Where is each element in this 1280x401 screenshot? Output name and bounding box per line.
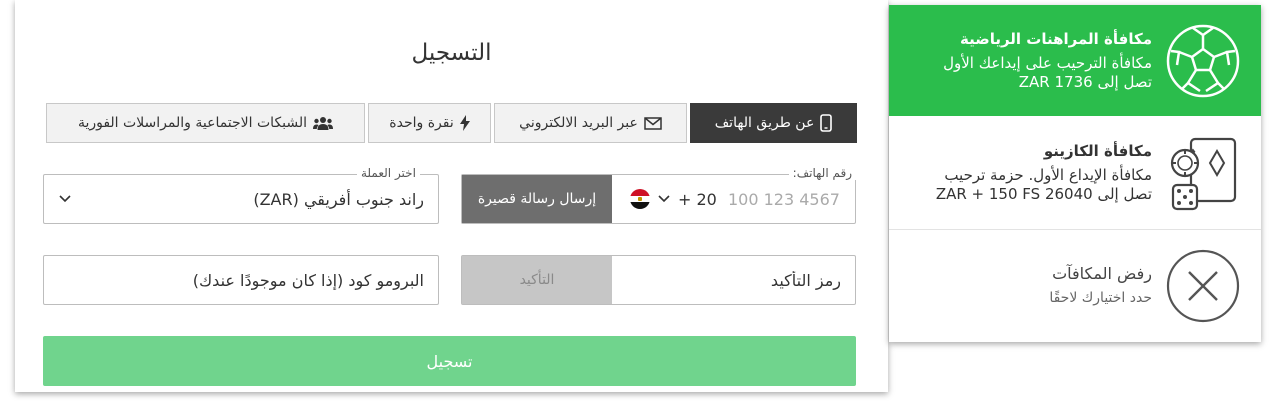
tab-phone[interactable]: عن طريق الهاتف (690, 103, 857, 143)
chevron-down-icon (658, 195, 670, 203)
promo-code-input[interactable] (64, 256, 424, 304)
country-code-selector[interactable]: + 20 (630, 175, 717, 223)
tab-email[interactable]: عبر البريد الالكتروني (494, 103, 687, 143)
bonus-option-sports[interactable]: مكافأة المراهنات الرياضية مكافأة الترحيب… (889, 5, 1261, 116)
casino-cards-icon: ♦ (1170, 137, 1237, 210)
country-code: + 20 (678, 189, 717, 209)
bonus-text: مكافأة المراهنات الرياضية مكافأة الترحيب… (943, 5, 1152, 116)
bonus-title: مكافأة المراهنات الرياضية (959, 29, 1152, 48)
bonus-panel: مكافأة المراهنات الرياضية مكافأة الترحيب… (889, 5, 1261, 342)
bonus-description: حدد اختيارك لاحقًا (1049, 290, 1152, 306)
phone-icon (820, 114, 833, 132)
confirmation-code-input[interactable] (621, 256, 841, 304)
envelope-icon (644, 116, 662, 130)
registration-method-tabs: عن طريق الهاتف عبر البريد الالكتروني نقر… (43, 103, 857, 143)
tab-label: عن طريق الهاتف (714, 115, 815, 131)
bonus-title: مكافأة الكازينو (1043, 141, 1152, 160)
bonus-option-casino[interactable]: ♦ مكافأة الكازينو مكافأة الإيداع الأول. … (889, 116, 1261, 230)
registration-panel: التسجيل عن طريق الهاتف عبر البريد الالكت… (15, 0, 888, 392)
close-circle-icon (1166, 249, 1240, 323)
tab-social[interactable]: الشبكات الاجتماعية والمراسلات الفورية (46, 103, 365, 143)
tab-label: نقرة واحدة (389, 115, 454, 131)
phone-label: رقم الهاتف: (788, 166, 856, 180)
bonus-text: مكافأة الكازينو مكافأة الإيداع الأول. حز… (936, 116, 1152, 229)
lightning-icon (459, 115, 470, 131)
bonus-description: تصل إلى 1736 ZAR (1018, 72, 1152, 91)
bonus-description: تصل إلى 26040 ZAR + 150 FS (935, 184, 1152, 203)
bonus-description: مكافأة الترحيب على إيداعك الأول (943, 53, 1152, 72)
send-sms-button[interactable]: إرسال رسالة قصيرة (462, 175, 612, 223)
currency-select[interactable]: راند جنوب أفريقي (ZAR) (43, 174, 439, 224)
users-icon (313, 116, 334, 130)
register-button[interactable]: تسجيل (43, 336, 856, 386)
phone-field: إرسال رسالة قصيرة + 20 (461, 174, 856, 224)
confirm-button[interactable]: التأكيد (462, 256, 612, 304)
confirmation-code-field: التأكيد (461, 255, 856, 305)
bonus-description: مكافأة الإيداع الأول. حزمة ترحيب (944, 165, 1152, 184)
bonus-option-decline[interactable]: رفض المكافآت حدد اختيارك لاحقًا (889, 230, 1261, 342)
phone-input[interactable] (728, 175, 843, 223)
bonus-title: رفض المكافآت (1052, 264, 1152, 283)
page-title: التسجيل (411, 40, 492, 66)
chevron-down-icon (59, 195, 71, 203)
currency-value: راند جنوب أفريقي (ZAR) (253, 189, 424, 209)
egypt-flag-icon (630, 189, 650, 209)
tab-one-click[interactable]: نقرة واحدة (368, 103, 491, 143)
tab-label: الشبكات الاجتماعية والمراسلات الفورية (77, 115, 308, 131)
promo-code-field (43, 255, 439, 305)
tab-label: عبر البريد الالكتروني (519, 115, 638, 131)
currency-label: اختر العملة (357, 166, 420, 180)
bonus-text: رفض المكافآت حدد اختيارك لاحقًا (1049, 230, 1152, 342)
soccer-ball-icon (1166, 24, 1240, 97)
